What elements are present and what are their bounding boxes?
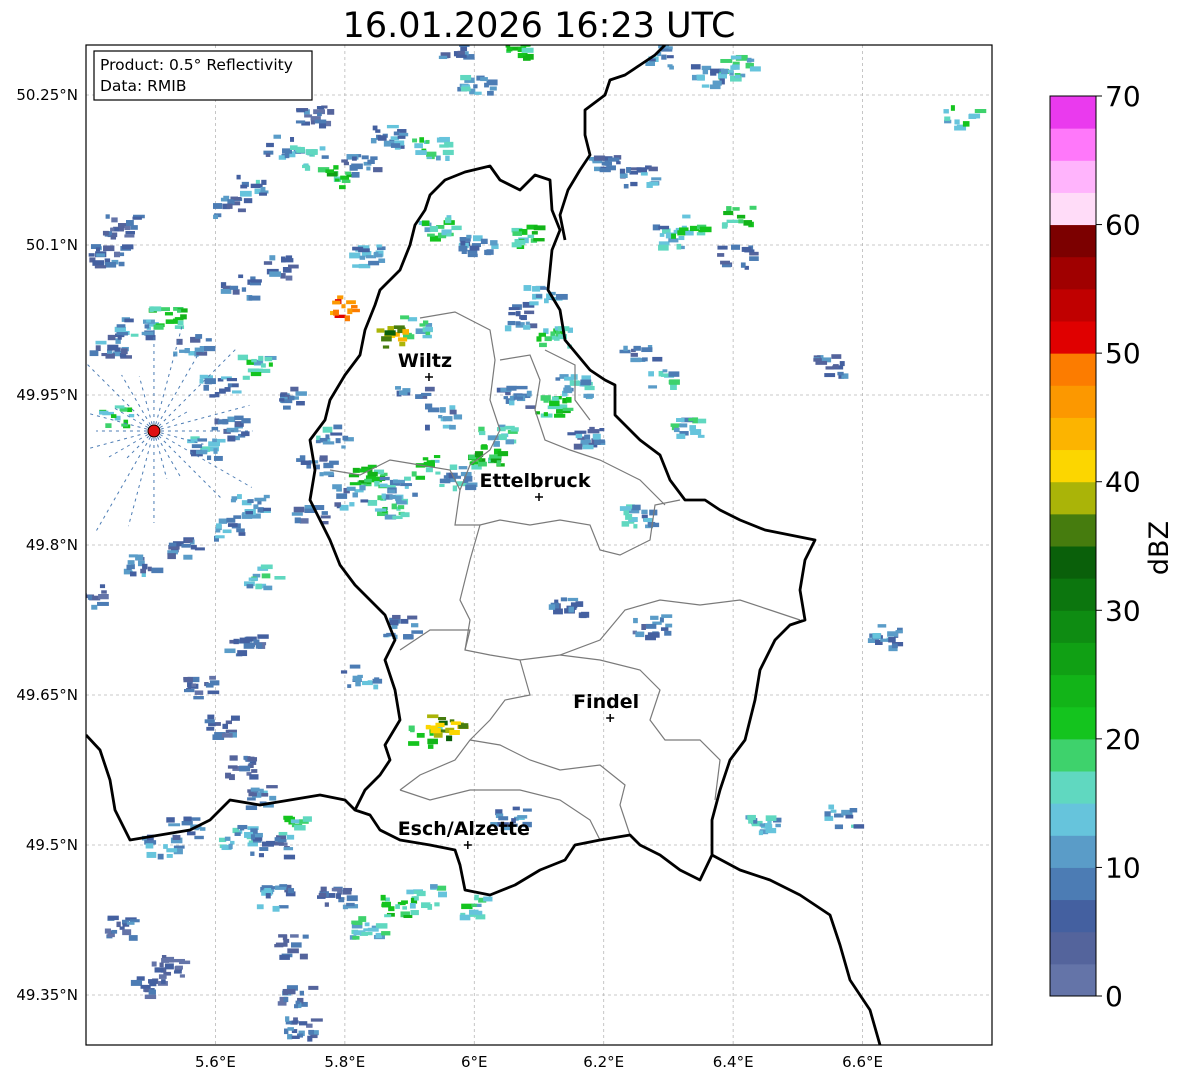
colorbar-tick-label: 30 (1105, 594, 1141, 627)
colorbar-segment (1050, 256, 1096, 290)
colorbar-segment (1050, 160, 1096, 193)
colorbar-segment (1050, 321, 1096, 354)
colorbar-segment (1050, 353, 1096, 386)
colorbar-segment (1050, 449, 1096, 483)
colorbar-tick-label: 10 (1105, 851, 1141, 884)
colorbar-segment (1050, 96, 1096, 129)
colorbar-segment (1050, 546, 1096, 579)
colorbar-segment (1050, 610, 1096, 643)
colorbar-segment (1050, 674, 1096, 708)
colorbar-segment (1050, 867, 1096, 901)
colorbar-segment (1050, 385, 1096, 418)
colorbar-segment (1050, 706, 1096, 740)
colorbar-tick-label: 50 (1105, 337, 1141, 370)
colorbar-segment (1050, 513, 1096, 547)
colorbar-segment (1050, 417, 1096, 451)
colorbar-segment (1050, 738, 1096, 772)
colorbar-segment (1050, 578, 1096, 611)
colorbar-tick-label: 60 (1105, 209, 1141, 242)
colorbar-segment (1050, 128, 1096, 161)
colorbar-tick-label: 40 (1105, 466, 1141, 499)
colorbar-segment (1050, 899, 1096, 933)
colorbar-tick-label: 0 (1105, 980, 1123, 1013)
colorbar-segment (1050, 288, 1096, 322)
colorbar-segment (1050, 224, 1096, 258)
colorbar-ticks: 0 10 20 30 40 50 60 70 (1096, 80, 1141, 1013)
colorbar-segment (1050, 642, 1096, 676)
colorbar-label: dBZ (1144, 521, 1175, 575)
colorbar-segment (1050, 963, 1096, 997)
colorbar-segment (1050, 835, 1096, 868)
colorbar-segment (1050, 481, 1096, 515)
colorbar-tick-label: 20 (1105, 723, 1141, 756)
colorbar-segment (1050, 931, 1096, 965)
colorbar-segment (1050, 771, 1096, 804)
colorbar-segment (1050, 192, 1096, 226)
colorbar: 0 10 20 30 40 50 60 70 dBZ (1049, 80, 1175, 1013)
colorbar-tick-label: 70 (1105, 80, 1141, 113)
colorbar-segment (1050, 803, 1096, 836)
colorbar-segments (1050, 96, 1096, 997)
